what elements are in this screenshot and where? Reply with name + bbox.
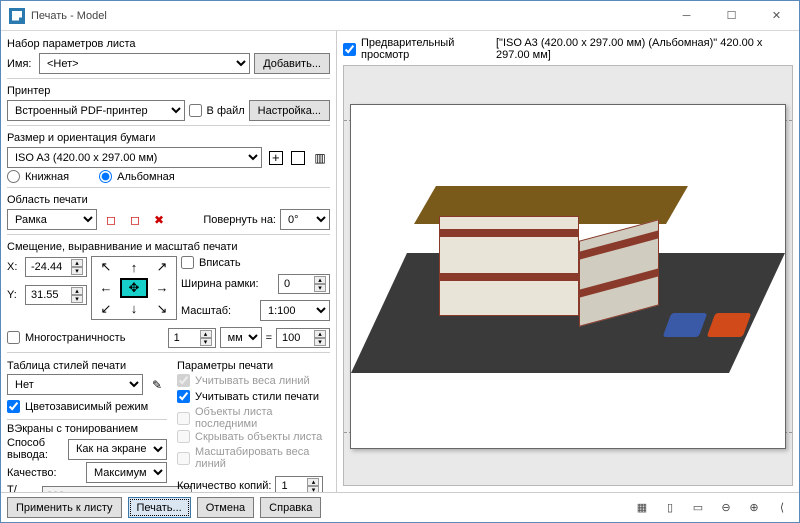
unit-select[interactable]: мм [220, 327, 262, 348]
maximize-button[interactable]: ☐ [709, 1, 754, 30]
opt3-checkbox [177, 412, 190, 425]
scale-label: Масштаб: [181, 305, 256, 317]
opt1-checkbox [177, 374, 190, 387]
footer-zoom-in-icon[interactable]: ⊕ [743, 497, 765, 519]
offset-label: Смещение, выравнивание и масштаб печати [7, 241, 330, 253]
preview-checkbox[interactable] [343, 43, 356, 56]
quality-select[interactable]: Максимум [86, 462, 167, 483]
footer-landscape-icon[interactable]: ▭ [687, 497, 709, 519]
landscape-radio[interactable] [99, 170, 112, 183]
scale-select[interactable]: 1:100 [260, 300, 330, 321]
preview-label: Предварительный просмотр [361, 37, 492, 61]
add-paper-icon[interactable] [266, 148, 286, 168]
color-mode-checkbox[interactable] [7, 400, 20, 413]
to-file-label: В файл [207, 105, 245, 117]
alignment-grid[interactable]: ↖↑↗ ←✥→ ↙↓↘ [91, 256, 177, 320]
footer-layout-icon[interactable]: ▦ [631, 497, 653, 519]
area-clear-icon[interactable]: ✖ [149, 210, 169, 230]
frame-width-input[interactable]: ▴▾ [278, 274, 330, 294]
print-area-select[interactable]: Рамка [7, 209, 97, 230]
app-icon [9, 8, 25, 24]
multipage-label: Многостраничность [25, 332, 125, 344]
color-mode-label: Цветозависимый режим [25, 401, 148, 413]
add-sheet-button[interactable]: Добавить... [254, 53, 330, 74]
apply-button[interactable]: Применить к листу [7, 497, 122, 518]
eq-label: = [266, 332, 272, 344]
unit-val2[interactable]: ▴▾ [276, 328, 330, 348]
preview-page [350, 104, 786, 449]
unit-val1[interactable]: ▴▾ [168, 328, 216, 348]
area-rect1-icon[interactable]: ◻ [101, 210, 121, 230]
preview-caption: ["ISO A3 (420.00 x 297.00 мм) (Альбомная… [496, 37, 793, 61]
area-rect2-icon[interactable]: ◻ [125, 210, 145, 230]
styles-label: Таблица стилей печати [7, 360, 167, 372]
filter-paper-icon[interactable]: ▥ [310, 148, 330, 168]
printer-settings-button[interactable]: Настройка... [249, 100, 330, 121]
style-edit-icon[interactable]: ✎ [147, 375, 167, 395]
x-input[interactable]: ▴▾ [25, 257, 87, 277]
footer-portrait-icon[interactable]: ▯ [659, 497, 681, 519]
printer-select[interactable]: Встроенный PDF-принтер [7, 100, 185, 121]
to-file-checkbox[interactable] [189, 104, 202, 117]
portrait-label: Книжная [25, 171, 69, 183]
portrait-radio[interactable] [7, 170, 20, 183]
sheet-name-select[interactable]: <Нет> [39, 53, 250, 74]
frame-width-label: Ширина рамки: [181, 278, 274, 290]
x-label: X: [7, 261, 21, 273]
copies-label: Количество копий: [177, 480, 271, 492]
print-button[interactable]: Печать... [128, 497, 191, 518]
landscape-label: Альбомная [117, 171, 175, 183]
sheet-params-label: Набор параметров листа [7, 38, 330, 50]
copies-input[interactable]: ▴▾ [275, 476, 323, 492]
y-label: Y: [7, 289, 21, 301]
window-title: Печать - Model [31, 10, 107, 22]
name-label: Имя: [7, 58, 35, 70]
opt5-checkbox [177, 452, 190, 465]
paper-icons: ▥ [266, 148, 330, 168]
opt2-checkbox[interactable] [177, 390, 190, 403]
footer-zoom-out-icon[interactable]: ⊖ [715, 497, 737, 519]
minimize-button[interactable]: ─ [664, 1, 709, 30]
quality-label: Качество: [7, 467, 82, 479]
method-select[interactable]: Как на экране [68, 439, 167, 460]
remove-paper-icon[interactable] [288, 148, 308, 168]
multipage-checkbox[interactable] [7, 331, 20, 344]
close-button[interactable]: ✕ [754, 1, 799, 30]
params-label: Параметры печати [177, 360, 330, 372]
preview-area[interactable] [343, 65, 793, 486]
cancel-button[interactable]: Отмена [197, 497, 254, 518]
y-input[interactable]: ▴▾ [25, 285, 87, 305]
vports-label: ВЭкраны с тонированием [7, 423, 167, 435]
printer-label: Принтер [7, 85, 330, 97]
style-table-select[interactable]: Нет [7, 374, 143, 395]
fit-checkbox[interactable] [181, 256, 194, 269]
opt4-checkbox [177, 430, 190, 443]
rotate-label: Повернуть на: [203, 214, 276, 226]
dpi-label: Т/дюйм: [7, 484, 38, 492]
footer-collapse-icon[interactable]: ⟨ [771, 497, 793, 519]
print-area-label: Область печати [7, 194, 330, 206]
paper-size-select[interactable]: ISO A3 (420.00 x 297.00 мм) [7, 147, 262, 168]
help-button[interactable]: Справка [260, 497, 321, 518]
rotate-select[interactable]: 0° [280, 209, 330, 230]
paper-label: Размер и ориентация бумаги [7, 132, 330, 144]
method-label: Способ вывода: [7, 437, 64, 461]
fit-label: Вписать [199, 257, 241, 269]
